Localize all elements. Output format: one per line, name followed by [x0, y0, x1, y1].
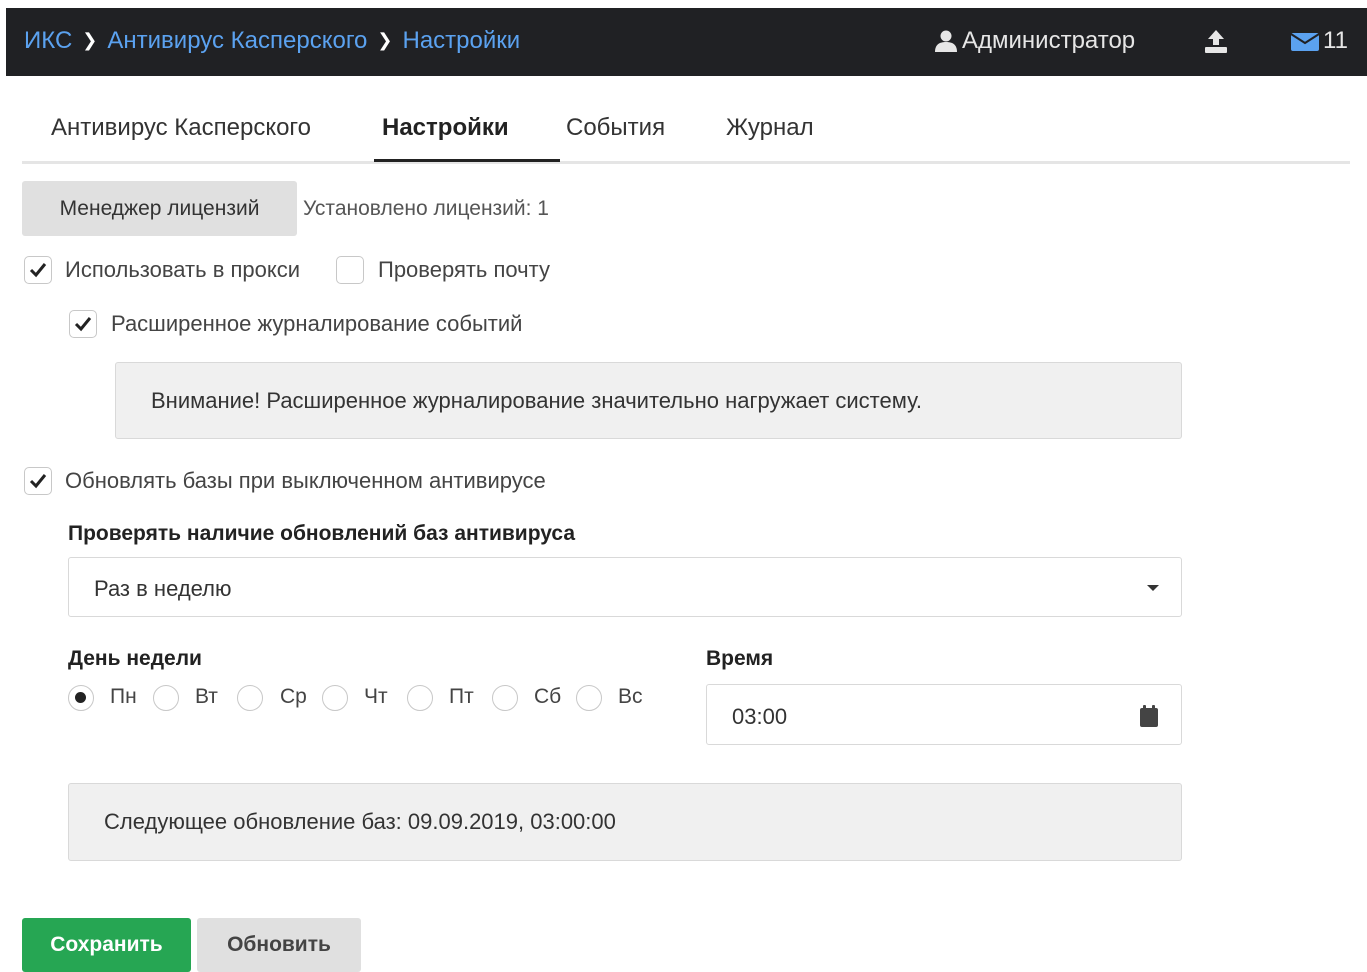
checkmark-icon [29, 263, 47, 278]
breadcrumb-item-settings[interactable]: Настройки [403, 27, 521, 54]
weekday-label-tue: Вт [195, 685, 218, 708]
upload-button[interactable] [1203, 28, 1229, 54]
use-in-proxy-label: Использовать в прокси [65, 257, 301, 282]
update-frequency-value: Раз в неделю [94, 576, 232, 601]
checkmark-icon [74, 317, 92, 332]
tab-settings[interactable]: Настройки [382, 114, 509, 142]
use-in-proxy-checkbox[interactable] [24, 256, 52, 284]
envelope-icon [1291, 33, 1319, 51]
extended-logging-label: Расширенное журналирование событий [111, 311, 523, 336]
messages-button[interactable]: 11 [1291, 27, 1348, 55]
time-input[interactable]: 03:00 [706, 684, 1182, 745]
tab-bar: Антивирус Касперского Настройки События … [22, 110, 1350, 164]
active-tab-indicator [374, 159, 560, 162]
weekday-radio-mon[interactable] [68, 685, 94, 711]
update-when-disabled-label: Обновлять базы при выключенном антивирус… [65, 468, 546, 493]
breadcrumb-item-kaspersky[interactable]: Антивирус Касперского [107, 27, 367, 54]
check-mail-label: Проверять почту [378, 257, 550, 282]
next-update-info: Следующее обновление баз: 09.09.2019, 03… [68, 783, 1182, 861]
time-value: 03:00 [732, 704, 788, 729]
weekday-label-wed: Ср [280, 685, 307, 708]
user-icon [935, 30, 957, 52]
weekday-label: День недели [68, 647, 202, 670]
extended-logging-checkbox[interactable] [69, 310, 97, 338]
calendar-icon[interactable] [1139, 705, 1159, 727]
weekday-radio-tue[interactable] [153, 685, 179, 711]
weekday-radio-thu[interactable] [322, 685, 348, 711]
user-menu[interactable]: Администратор [934, 27, 1135, 55]
breadcrumb: ИКС ❯ Антивирус Касперского ❯ Настройки [24, 27, 520, 55]
update-when-disabled-checkbox[interactable] [24, 467, 52, 495]
weekday-label-mon: Пн [110, 685, 137, 708]
update-frequency-label: Проверять наличие обновлений баз антивир… [68, 522, 576, 545]
weekday-label-sat: Сб [534, 685, 562, 708]
caret-down-icon [1147, 585, 1159, 591]
weekday-radio-fri[interactable] [407, 685, 433, 711]
license-count: Установлено лицензий: 1 [303, 197, 549, 220]
logging-warning: Внимание! Расширенное журналирование зна… [115, 362, 1182, 439]
tab-journal[interactable]: Журнал [726, 114, 814, 142]
chevron-right-icon: ❯ [82, 30, 98, 50]
check-mail-checkbox[interactable] [336, 256, 364, 284]
weekday-radio-sat[interactable] [492, 685, 518, 711]
time-label: Время [706, 647, 774, 670]
checkmark-icon [29, 474, 47, 489]
weekday-label-thu: Чт [364, 685, 388, 708]
weekday-label-sun: Вс [618, 685, 643, 708]
chevron-right-icon: ❯ [377, 30, 393, 50]
weekday-radio-sun[interactable] [576, 685, 602, 711]
update-frequency-select[interactable]: Раз в неделю [68, 557, 1182, 617]
top-bar: ИКС ❯ Антивирус Касперского ❯ Настройки Адми… [6, 8, 1367, 76]
tab-events[interactable]: События [566, 114, 665, 142]
license-manager-button[interactable]: Менеджер лицензий [22, 181, 297, 236]
tab-kaspersky[interactable]: Антивирус Касперского [51, 114, 311, 142]
weekday-radio-wed[interactable] [237, 685, 263, 711]
breadcrumb-item-iks[interactable]: ИКС [24, 27, 72, 54]
upload-icon [1205, 30, 1227, 53]
user-name: Администратор [962, 27, 1136, 54]
weekday-label-fri: Пт [449, 685, 474, 708]
refresh-button[interactable]: Обновить [197, 918, 361, 972]
save-button[interactable]: Сохранить [22, 918, 191, 972]
mail-count: 11 [1323, 27, 1348, 54]
